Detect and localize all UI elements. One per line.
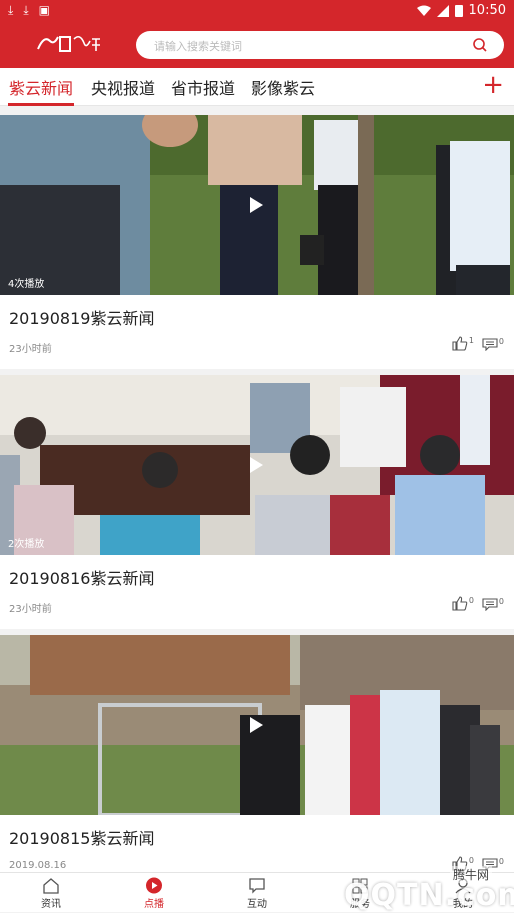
comment-button[interactable]: 0 xyxy=(482,337,504,351)
watermark-domain: QQTN.com xyxy=(344,878,514,913)
search-icon[interactable] xyxy=(472,37,488,53)
nav-label: 资讯 xyxy=(41,899,61,910)
download-icon: ⤓ xyxy=(8,3,14,17)
active-tab-indicator xyxy=(8,103,74,106)
tab-cctv-reports[interactable]: 央视报道 xyxy=(91,75,155,99)
tab-image-zi-yun[interactable]: 影像紫云 xyxy=(251,75,315,99)
video-time: 23小时前 xyxy=(9,604,52,615)
nav-label: 互动 xyxy=(247,899,267,910)
video-actions: 1 0 xyxy=(452,336,504,351)
category-tabs: 紫云新闻 央视报道 省市报道 影像紫云 + xyxy=(0,68,514,106)
video-title[interactable]: 20190815紫云新闻 xyxy=(9,825,154,849)
battery-icon xyxy=(454,5,463,17)
search-box[interactable]: 请输入搜索关键词 xyxy=(136,31,504,59)
tab-zi-yun-news[interactable]: 紫云新闻 xyxy=(9,75,73,99)
video-thumbnail[interactable] xyxy=(0,635,514,815)
status-time: 10:50 xyxy=(468,3,506,18)
nav-label: 点播 xyxy=(144,899,164,910)
video-time: 2019.08.16 xyxy=(9,860,67,871)
nav-vod[interactable]: 点播 xyxy=(124,877,184,910)
video-title[interactable]: 20190816紫云新闻 xyxy=(9,565,154,589)
nav-news[interactable]: 资讯 xyxy=(21,877,81,910)
like-button[interactable]: 0 xyxy=(452,596,474,611)
video-card[interactable]: 20190815紫云新闻 2019.08.16 0 0 xyxy=(0,635,514,889)
like-count: 0 xyxy=(468,596,474,605)
status-bar: ⤓ ⤓ ▣ 10:50 xyxy=(0,0,514,22)
nav-interact[interactable]: 互动 xyxy=(227,877,287,910)
search-placeholder: 请输入搜索关键词 xyxy=(154,40,242,53)
video-thumbnail[interactable]: 2次播放 xyxy=(0,375,514,555)
download-icon: ⤓ xyxy=(23,3,29,17)
play-circle-icon xyxy=(146,877,162,894)
video-actions: 0 0 xyxy=(452,596,504,611)
video-title[interactable]: 20190819紫云新闻 xyxy=(9,305,154,329)
wifi-icon xyxy=(416,5,431,16)
tab-provincial-reports[interactable]: 省市报道 xyxy=(171,75,235,99)
video-time: 23小时前 xyxy=(9,344,52,355)
app-logo[interactable] xyxy=(34,31,104,57)
play-icon[interactable] xyxy=(250,197,263,213)
like-count: 1 xyxy=(468,336,474,345)
video-card[interactable]: 2次播放 20190816紫云新闻 23小时前 0 0 xyxy=(0,375,514,629)
watermark: 腾牛网 QQTN.com xyxy=(306,858,514,913)
comment-icon xyxy=(482,597,498,611)
play-icon[interactable] xyxy=(250,457,263,473)
comment-icon xyxy=(482,337,498,351)
add-tab-button[interactable]: + xyxy=(482,70,504,100)
thumbs-up-icon xyxy=(452,336,468,351)
thumbs-up-icon xyxy=(452,596,468,611)
video-card[interactable]: 4次播放 20190819紫云新闻 23小时前 1 0 xyxy=(0,115,514,369)
chat-icon xyxy=(249,878,265,894)
view-count: 2次播放 xyxy=(8,539,45,550)
play-icon[interactable] xyxy=(250,717,263,733)
signal-icon xyxy=(436,4,449,17)
video-thumbnail[interactable]: 4次播放 xyxy=(0,115,514,295)
app-notification-icon: ▣ xyxy=(38,3,50,17)
comment-count: 0 xyxy=(498,596,504,606)
comment-count: 0 xyxy=(498,336,504,346)
home-icon xyxy=(43,878,59,894)
view-count: 4次播放 xyxy=(8,279,45,290)
comment-button[interactable]: 0 xyxy=(482,597,504,611)
app-header: 请输入搜索关键词 xyxy=(0,22,514,68)
like-button[interactable]: 1 xyxy=(452,336,474,351)
